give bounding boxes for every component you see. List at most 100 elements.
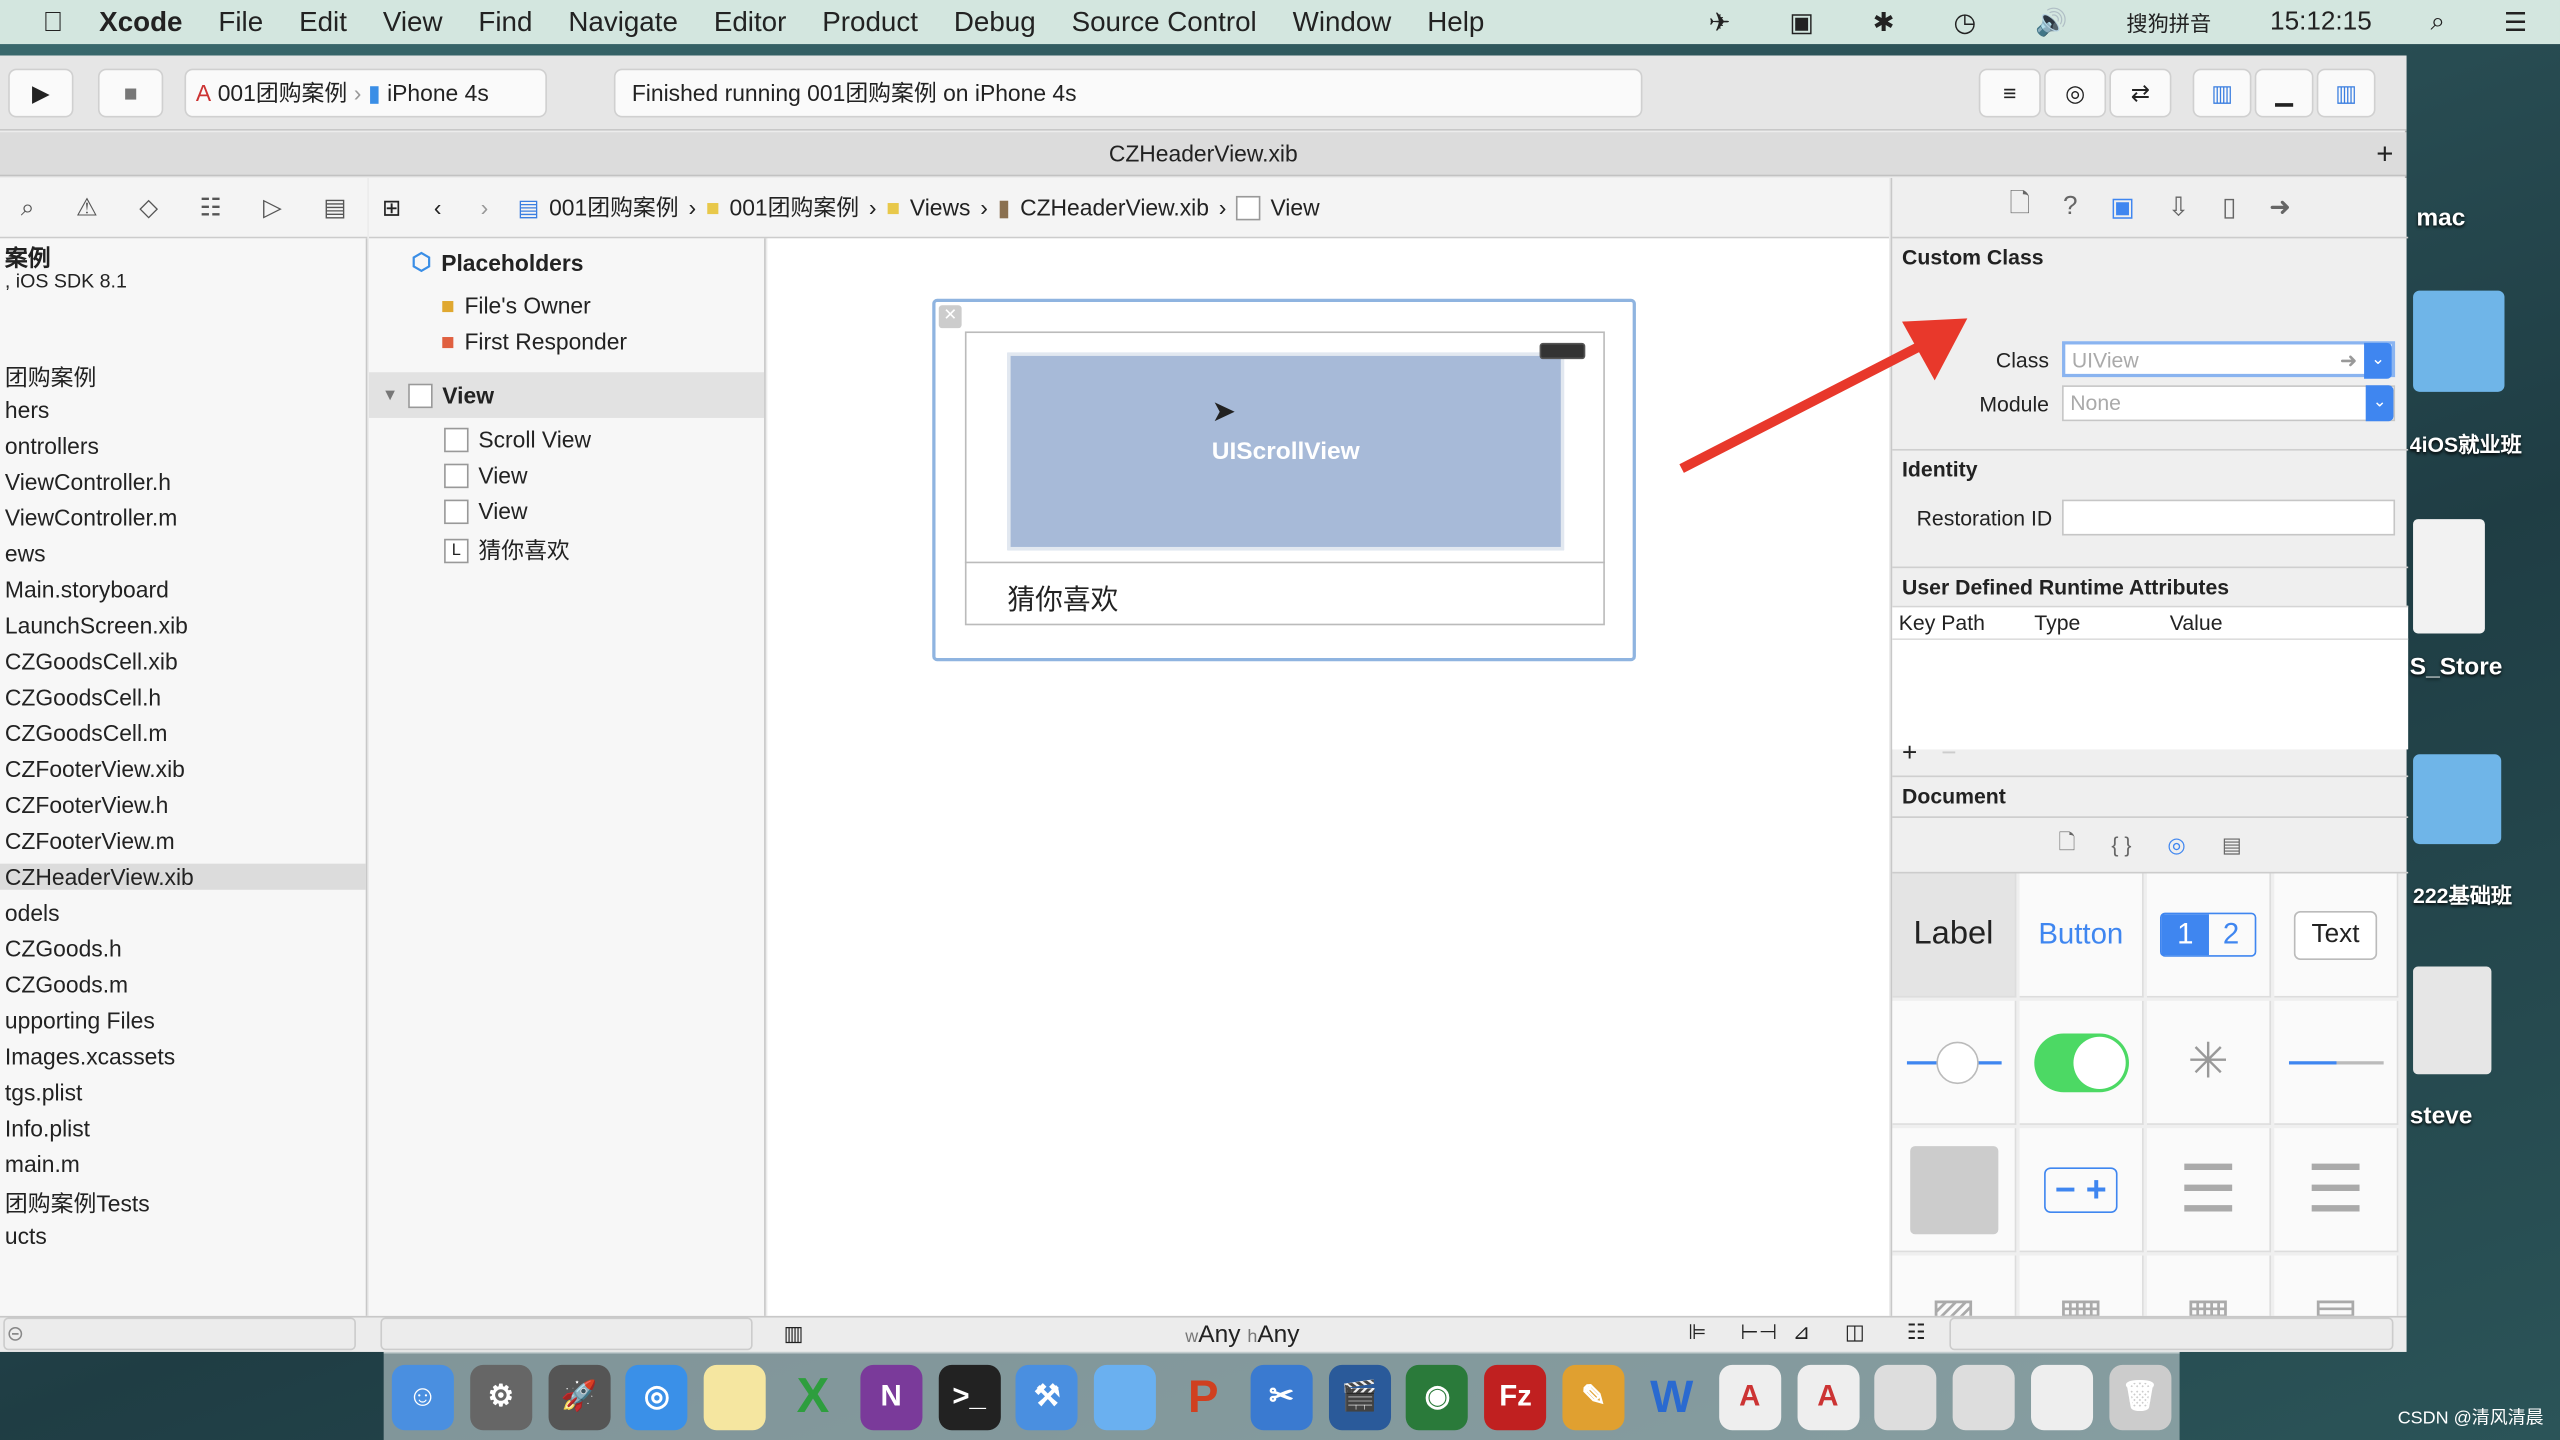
- jump-views[interactable]: Views: [910, 194, 971, 220]
- library-stepper[interactable]: − +: [2019, 1128, 2144, 1253]
- airplane-icon[interactable]: ✈: [1709, 6, 1731, 39]
- resolve-icon[interactable]: ⊿: [1793, 1319, 1811, 1345]
- menu-debug[interactable]: Debug: [954, 6, 1036, 39]
- sketch-icon[interactable]: ✎: [1562, 1364, 1625, 1430]
- menu-product[interactable]: Product: [822, 6, 918, 39]
- outline-first-responder[interactable]: ■ First Responder: [441, 328, 627, 354]
- navigator-item[interactable]: 团购案例Tests: [5, 1187, 150, 1220]
- menu-find[interactable]: Find: [478, 6, 532, 39]
- library-text-field[interactable]: Text: [2274, 873, 2399, 998]
- assistant-editor-button[interactable]: ◎: [2044, 68, 2107, 118]
- code-snippet-icon[interactable]: { }: [2111, 833, 2131, 857]
- document-icon[interactable]: [2413, 519, 2485, 634]
- runtime-attributes-table[interactable]: Key Path Type Value: [1892, 605, 2409, 750]
- file-inspector-icon[interactable]: 🗋: [2009, 185, 2030, 229]
- finder-icon[interactable]: ☺: [391, 1364, 454, 1430]
- toggle-utilities-button[interactable]: ▥: [2316, 68, 2376, 118]
- menu-view[interactable]: View: [383, 6, 443, 39]
- navigator-item[interactable]: CZFooterView.h: [5, 792, 168, 818]
- jump-file[interactable]: CZHeaderView.xib: [1020, 194, 1209, 220]
- onenote-icon[interactable]: N: [860, 1364, 923, 1430]
- scheme-selector[interactable]: A 001团购案例 › ▮ iPhone 4s: [184, 68, 547, 118]
- pin-icon[interactable]: ⊢⊣: [1740, 1319, 1777, 1345]
- terminal-icon[interactable]: >_: [938, 1364, 1001, 1430]
- navigator-item[interactable]: CZFooterView.xib: [5, 756, 185, 782]
- screen-record-icon[interactable]: ▣: [1789, 6, 1814, 39]
- navigator-item[interactable]: CZFooterView.m: [5, 828, 175, 854]
- instruments-icon[interactable]: A: [1718, 1364, 1781, 1430]
- time-machine-icon[interactable]: ◷: [1953, 6, 1976, 39]
- navigator-item[interactable]: ucts: [5, 1223, 47, 1249]
- downloads-icon[interactable]: [2030, 1364, 2094, 1430]
- xcode-icon[interactable]: ⚒: [1016, 1364, 1079, 1430]
- ftp-icon[interactable]: ◉: [1406, 1364, 1469, 1430]
- warning-icon[interactable]: ⚠: [76, 193, 98, 222]
- outline-scroll-view[interactable]: Scroll View: [444, 426, 591, 452]
- navigator-item[interactable]: Main.storyboard: [5, 576, 169, 602]
- navigator-item[interactable]: CZGoodsCell.m: [5, 720, 168, 746]
- navigator-item[interactable]: hers: [5, 397, 49, 423]
- search-icon[interactable]: ⌕: [21, 193, 35, 221]
- volume-icon[interactable]: 🔊: [2035, 6, 2068, 39]
- navigator-item[interactable]: ViewController.h: [5, 469, 171, 495]
- apple-icon[interactable]: : [42, 6, 63, 39]
- navigator-item[interactable]: 团购案例: [5, 361, 96, 394]
- class-field[interactable]: UIView ➜ ⌄: [2062, 341, 2396, 379]
- library-page-control[interactable]: [1892, 1128, 2017, 1253]
- menu-help[interactable]: Help: [1427, 6, 1484, 39]
- col-type[interactable]: Type: [2034, 611, 2080, 635]
- test-icon[interactable]: ◇: [139, 193, 158, 222]
- outline-filter-field[interactable]: [380, 1317, 753, 1351]
- clock[interactable]: 15:12:15: [2270, 7, 2372, 36]
- connections-inspector-icon[interactable]: ➜: [2269, 191, 2291, 224]
- navigator-item[interactable]: Info.plist: [5, 1115, 90, 1141]
- navigator-item[interactable]: CZGoods.h: [5, 936, 122, 962]
- col-key-path[interactable]: Key Path: [1899, 611, 1985, 635]
- module-dropdown[interactable]: ⌄: [2365, 385, 2394, 422]
- navigator-item[interactable]: CZGoodsCell.xib: [5, 648, 178, 674]
- navigator-item[interactable]: Images.xcassets: [5, 1043, 175, 1069]
- disclosure-triangle-icon[interactable]: ▼: [382, 386, 398, 404]
- size-class-control[interactable]: wAny hAny: [1185, 1321, 1299, 1349]
- library-filter-field[interactable]: [1949, 1317, 2394, 1351]
- close-icon[interactable]: ✕: [938, 305, 962, 329]
- navigator-item[interactable]: ViewController.m: [5, 504, 177, 530]
- navigator-item[interactable]: upporting Files: [5, 1007, 155, 1033]
- library-button[interactable]: Button: [2019, 873, 2144, 998]
- col-value[interactable]: Value: [2170, 611, 2223, 635]
- menu-editor[interactable]: Editor: [714, 6, 787, 39]
- restoration-id-field[interactable]: [2062, 499, 2396, 536]
- library-collection-view-cell[interactable]: ▦: [2146, 1255, 2272, 1316]
- screenshot-icon[interactable]: ✂: [1250, 1364, 1313, 1430]
- folder-dock-icon[interactable]: [1094, 1364, 1157, 1430]
- outline-label[interactable]: L 猜你喜欢: [444, 534, 570, 567]
- jump-view[interactable]: View: [1270, 194, 1319, 220]
- resizing-icon[interactable]: ◫: [1845, 1319, 1865, 1345]
- navigator-item[interactable]: tgs.plist: [5, 1079, 82, 1105]
- go-icon[interactable]: ➜: [2340, 348, 2358, 374]
- library-switch[interactable]: [2019, 1000, 2144, 1125]
- library-collection-view[interactable]: ▦: [2019, 1255, 2144, 1316]
- spotlight-icon[interactable]: ⌕: [2431, 7, 2446, 36]
- navigator-item[interactable]: CZGoodsCell.h: [5, 684, 161, 710]
- app-icon[interactable]: A: [1796, 1364, 1859, 1430]
- outline-files-owner[interactable]: ■ File's Owner: [441, 292, 591, 318]
- related-items-icon[interactable]: ⊞: [382, 193, 401, 221]
- help-icon[interactable]: ?: [2063, 193, 2078, 222]
- folder-icon[interactable]: [2413, 754, 2502, 845]
- attributes-inspector-icon[interactable]: ⇩: [2168, 191, 2190, 224]
- menu-app[interactable]: Xcode: [99, 6, 182, 39]
- navigator-item[interactable]: ontrollers: [5, 433, 99, 459]
- library-progress-view[interactable]: [2274, 1000, 2399, 1125]
- stop-button[interactable]: ■: [97, 68, 164, 118]
- add-attribute-button[interactable]: +: [1902, 740, 1917, 769]
- library-label[interactable]: Label: [1892, 873, 2017, 998]
- back-button[interactable]: ‹: [434, 194, 442, 220]
- desktop-icon-ios-class[interactable]: 4iOS就业班: [2410, 428, 2522, 459]
- breakpoint-icon[interactable]: ▷: [263, 193, 282, 222]
- scroll-view[interactable]: UIScrollView: [1007, 352, 1565, 551]
- object-library-icon[interactable]: ◎: [2167, 832, 2186, 858]
- excel-icon[interactable]: X: [782, 1364, 844, 1429]
- system-preferences-icon[interactable]: ⚙: [469, 1364, 532, 1430]
- navigator-item[interactable]: main.m: [5, 1151, 80, 1177]
